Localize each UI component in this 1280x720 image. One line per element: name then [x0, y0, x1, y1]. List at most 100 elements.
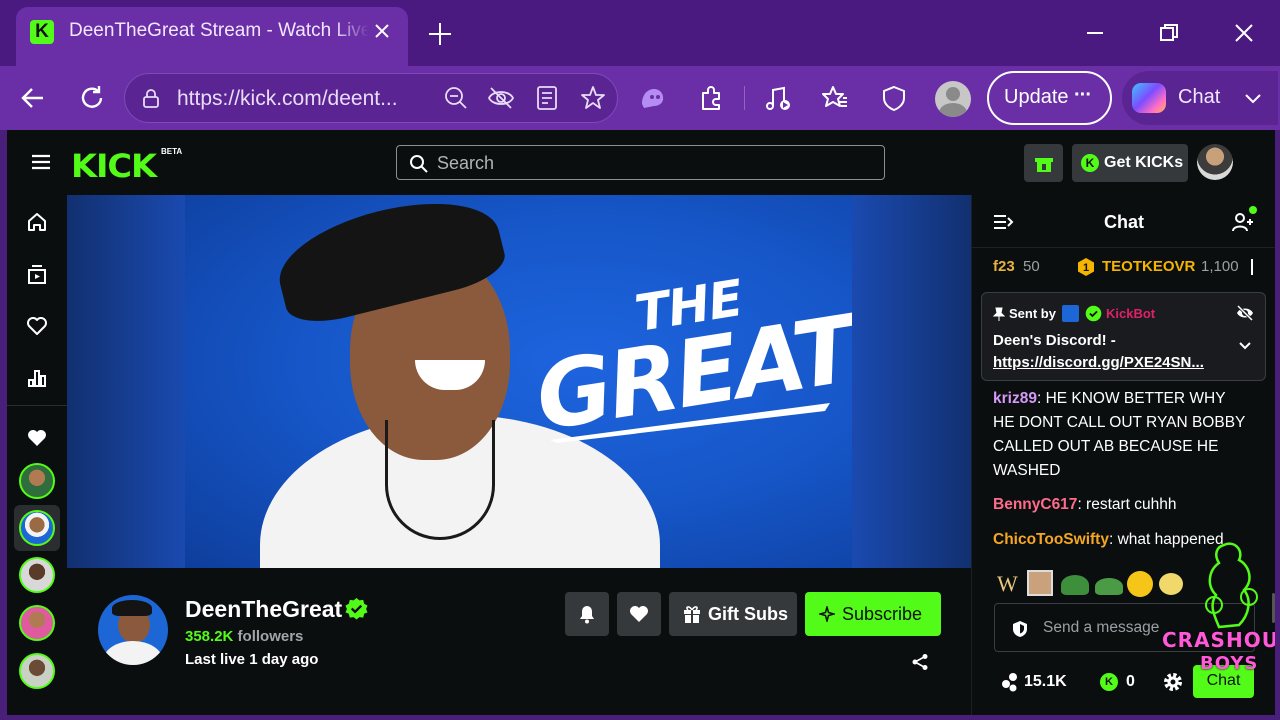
- more-dots-icon: ···: [1074, 84, 1092, 106]
- overlay-watermark-text: BOYS: [1200, 653, 1259, 674]
- emote-emoji[interactable]: [1127, 571, 1153, 597]
- viewer-count: 15.1K: [1024, 673, 1067, 690]
- chat-username[interactable]: BennyC617: [993, 496, 1077, 513]
- search-placeholder: Search: [437, 153, 495, 173]
- back-icon[interactable]: [19, 84, 47, 112]
- notification-bell-button[interactable]: [565, 592, 609, 636]
- left-sidebar: [7, 195, 67, 715]
- svg-text:1: 1: [1083, 262, 1089, 274]
- verified-badge-icon: [345, 597, 368, 620]
- browser-tab[interactable]: K DeenTheGreat Stream - Watch Live: [16, 7, 408, 66]
- browser-titlebar: K DeenTheGreat Stream - Watch Live: [0, 0, 1280, 66]
- chat-title: Chat: [1104, 212, 1144, 232]
- follow-heart-button[interactable]: [617, 592, 661, 636]
- kicks-balance-icon: K: [1100, 673, 1118, 691]
- pinned-sender[interactable]: KickBot: [1106, 306, 1155, 321]
- channel-info: DeenTheGreat 358.2K followers Last live …: [67, 568, 971, 715]
- followed-channel-avatar[interactable]: [19, 605, 55, 641]
- chat-users-icon[interactable]: [1231, 211, 1255, 233]
- kick-page: KICK BETA Search K Get KICKs THE GREATS …: [7, 130, 1275, 715]
- chevron-down-icon[interactable]: [1244, 91, 1262, 105]
- gifter-leaderboard[interactable]: f23 50 1 TEOTKEOVR 1,100: [972, 247, 1275, 287]
- kick-logo[interactable]: KICK: [71, 147, 157, 185]
- favorites-icon[interactable]: [821, 84, 849, 112]
- get-kicks-button[interactable]: K Get KICKs: [1072, 144, 1188, 182]
- emote-dance[interactable]: [1159, 573, 1183, 595]
- last-live-text: Last live 1 day ago: [185, 651, 319, 668]
- subscribe-button[interactable]: Subscribe: [805, 592, 941, 636]
- user-avatar[interactable]: [1197, 144, 1233, 180]
- person-necklace: [385, 420, 495, 540]
- share-icon[interactable]: [911, 653, 929, 671]
- copilot-icon: [1132, 83, 1166, 113]
- zoom-out-icon[interactable]: [443, 85, 469, 111]
- search-icon: [410, 155, 428, 173]
- url-text[interactable]: https://kick.com/deent...: [177, 87, 427, 111]
- browse-icon[interactable]: [26, 263, 48, 285]
- discord-link[interactable]: https://discord.gg/PXE24SN...: [993, 354, 1223, 371]
- store-button[interactable]: [1024, 144, 1063, 182]
- chat-settings-gear-icon[interactable]: [1162, 671, 1184, 693]
- chat-shield-icon: [1013, 621, 1027, 637]
- followed-channel-avatar[interactable]: [19, 510, 55, 546]
- home-icon[interactable]: [26, 211, 48, 233]
- followed-channel-avatar[interactable]: [19, 463, 55, 499]
- copilot-chat-button[interactable]: Chat: [1122, 71, 1278, 125]
- followed-channel-avatar[interactable]: [19, 557, 55, 593]
- menu-icon[interactable]: [30, 153, 52, 171]
- minimize-icon[interactable]: [1082, 20, 1108, 46]
- leaderboard-value: 50: [1023, 258, 1040, 275]
- refresh-icon[interactable]: [78, 84, 106, 112]
- emote-pepe-lay[interactable]: [1095, 578, 1123, 595]
- close-tab-icon[interactable]: [372, 21, 392, 41]
- emote-face[interactable]: [1027, 570, 1053, 596]
- gift-icon: [684, 606, 700, 624]
- categories-icon[interactable]: [26, 367, 48, 389]
- media-control-icon[interactable]: [764, 84, 792, 112]
- reading-view-icon[interactable]: [535, 85, 559, 111]
- new-tab-icon[interactable]: [426, 20, 454, 48]
- leaderboard-name: f23: [993, 258, 1015, 275]
- tracking-prevention-icon[interactable]: [487, 85, 515, 111]
- chat-text: : restart cuhhh: [1077, 496, 1177, 513]
- chat-panel: Chat f23 50 1 TEOTKEOVR 1,100 Sent by Ki…: [971, 195, 1275, 715]
- following-heart-icon[interactable]: [26, 315, 48, 337]
- bell-icon: [580, 606, 594, 624]
- heart-icon: [630, 606, 648, 622]
- search-input[interactable]: Search: [396, 145, 885, 180]
- ghost-extension-icon[interactable]: [638, 84, 666, 112]
- followers-line: 358.2K followers: [185, 628, 304, 645]
- gift-subs-button[interactable]: Gift Subs: [669, 592, 797, 636]
- close-window-icon[interactable]: [1231, 20, 1257, 46]
- address-bar[interactable]: https://kick.com/deent...: [124, 73, 618, 123]
- pinned-message[interactable]: Sent by KickBot Deen's Discord! - https:…: [981, 292, 1266, 381]
- emote-pepe[interactable]: [1061, 575, 1089, 595]
- chat-scrollbar[interactable]: [1272, 593, 1275, 623]
- restore-icon[interactable]: [1156, 20, 1182, 46]
- kicks-coin-icon: K: [1081, 154, 1099, 172]
- profile-avatar[interactable]: [935, 81, 971, 117]
- video-player[interactable]: THE GREATS: [67, 195, 971, 568]
- emote-w[interactable]: W: [997, 571, 1018, 597]
- store-icon: [1035, 158, 1053, 172]
- tab-title: DeenTheGreat Stream - Watch Live: [69, 20, 369, 41]
- extensions-icon[interactable]: [697, 84, 725, 112]
- channel-avatar[interactable]: [98, 595, 168, 665]
- chat-username[interactable]: ChicoTooSwifty: [993, 531, 1109, 548]
- update-button[interactable]: Update ···: [987, 71, 1112, 125]
- hide-pin-icon[interactable]: [1236, 305, 1254, 321]
- chat-username[interactable]: kriz89: [993, 390, 1037, 407]
- pinned-sent-by: Sent by: [1009, 306, 1056, 321]
- browser-essentials-shield-icon[interactable]: [880, 84, 908, 112]
- leaderboard-value: 1,100: [1201, 258, 1239, 275]
- expand-chevron-icon[interactable]: [1238, 341, 1252, 351]
- favorite-star-icon[interactable]: [579, 84, 607, 112]
- lock-icon[interactable]: [140, 87, 162, 109]
- followed-channel-avatar[interactable]: [19, 653, 55, 689]
- viewers-icon: [1002, 673, 1017, 692]
- beta-badge: BETA: [161, 147, 183, 156]
- channel-name[interactable]: DeenTheGreat: [185, 596, 342, 623]
- player-side-blur: [852, 195, 971, 568]
- pinned-text: Deen's Discord! -: [993, 332, 1116, 349]
- brush-stroke-decoration: [550, 403, 830, 443]
